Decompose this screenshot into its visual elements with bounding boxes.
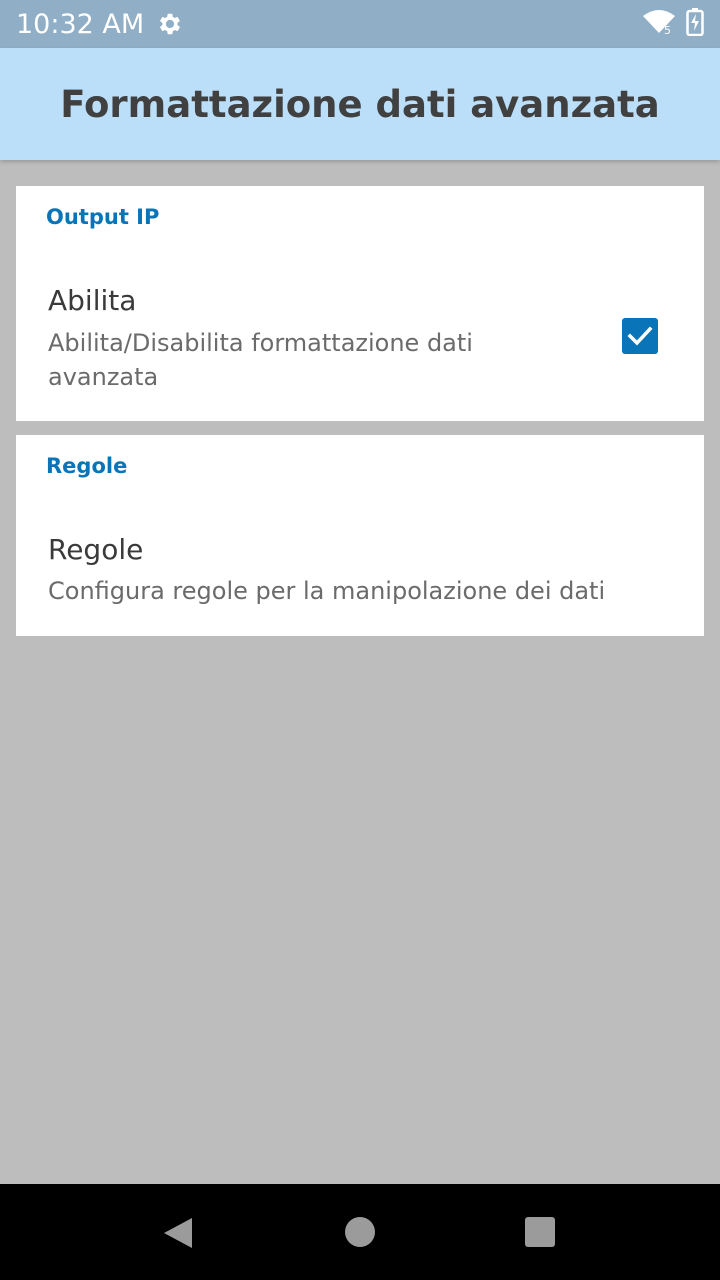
back-icon[interactable] [162,1216,194,1255]
home-icon[interactable] [345,1217,375,1247]
preference-title: Abilita [48,284,137,317]
navigation-bar [0,1184,720,1280]
section-rules: Regole Regole Configura regole per la ma… [16,435,704,636]
preference-summary: Configura regole per la manipolazione de… [48,577,606,605]
battery-charging-icon [686,7,704,41]
category-header: Output IP [46,205,160,229]
enable-checkbox[interactable] [622,318,658,354]
status-time: 10:32 AM [16,8,145,40]
recents-icon[interactable] [525,1217,555,1247]
gear-icon [156,10,184,38]
checkmark-icon [627,326,653,346]
preference-summary: Abilita/Disabilita formattazione dati av… [48,329,473,391]
category-header: Regole [46,454,128,478]
status-icons: 5 [642,7,704,41]
wifi-label: 5 [664,24,671,35]
app-bar: Formattazione dati avanzata [0,48,720,160]
wifi-icon: 5 [642,9,676,40]
section-output-ip: Output IP Abilita Abilita/Disabilita for… [16,186,704,421]
page-title: Formattazione dati avanzata [60,82,660,126]
preference-title: Regole [48,533,144,566]
status-bar: 10:32 AM 5 [0,0,720,48]
